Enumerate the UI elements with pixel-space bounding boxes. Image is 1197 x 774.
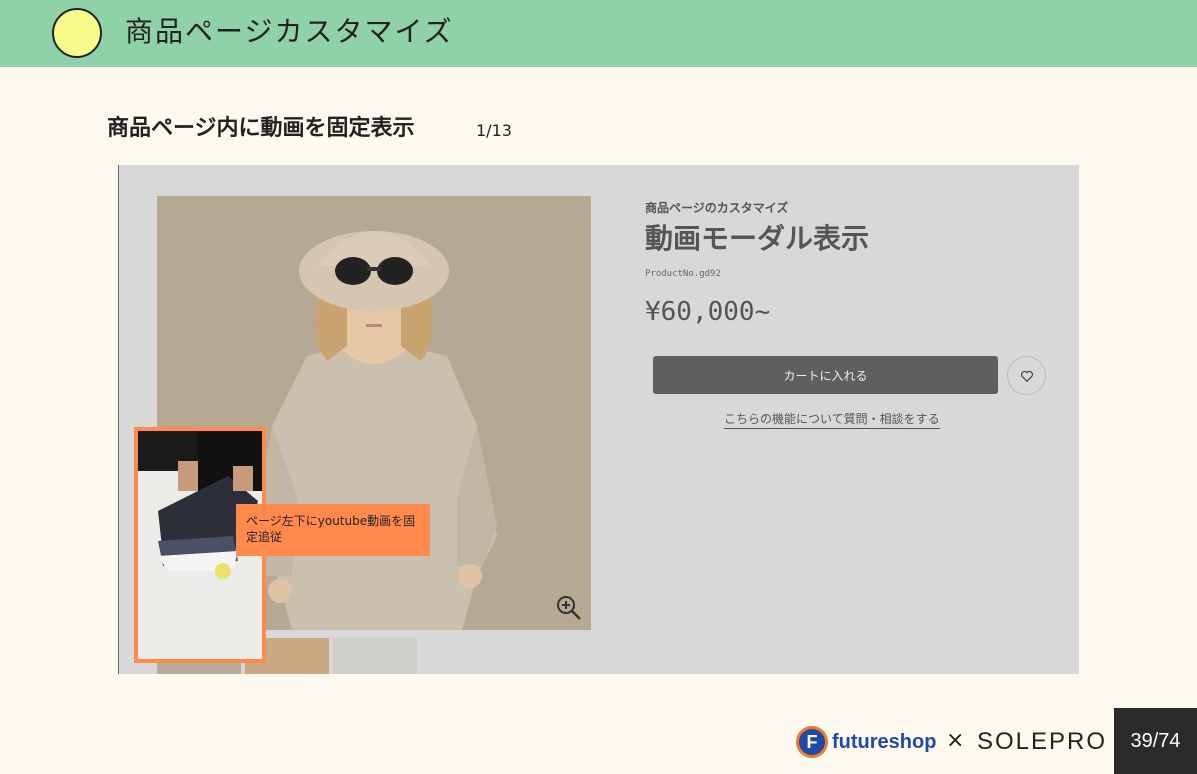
section-title: 商品ページ内に動画を固定表示 [107, 116, 415, 141]
collab-times-sign: × [946, 728, 965, 753]
section-count: 1/13 [476, 121, 512, 140]
product-number: ProductNo.gd92 [645, 269, 721, 279]
page-number: 39/74 [1114, 708, 1197, 774]
product-category: 商品ページのカスタマイズ [645, 201, 789, 215]
thumbnail-3[interactable] [333, 638, 417, 674]
slide-title: 商品ページカスタマイズ [125, 15, 454, 48]
question-link[interactable]: こちらの機能について質問・相談をする [724, 410, 940, 429]
futureshop-badge-icon: F [796, 726, 828, 758]
futureshop-logo: F futureshop [796, 726, 936, 758]
slide-header: 商品ページカスタマイズ [0, 0, 1197, 67]
heart-icon [1020, 370, 1033, 382]
product-page-screenshot: ページ左下にyoutube動画を固定追従 商品ページのカスタマイズ 動画モーダル… [118, 165, 1079, 674]
product-price: ¥60,000~ [645, 297, 771, 327]
futureshop-wordmark: futureshop [832, 730, 937, 753]
solepro-logo: SOLEPRO [977, 728, 1108, 755]
favorite-button[interactable] [1007, 356, 1046, 395]
callout-box: ページ左下にyoutube動画を固定追従 [236, 504, 430, 556]
add-to-cart-button[interactable]: カートに入れる [653, 356, 998, 394]
zoom-in-icon[interactable] [555, 594, 583, 622]
header-circle-icon [52, 8, 102, 58]
product-name: 動画モーダル表示 [645, 222, 870, 255]
